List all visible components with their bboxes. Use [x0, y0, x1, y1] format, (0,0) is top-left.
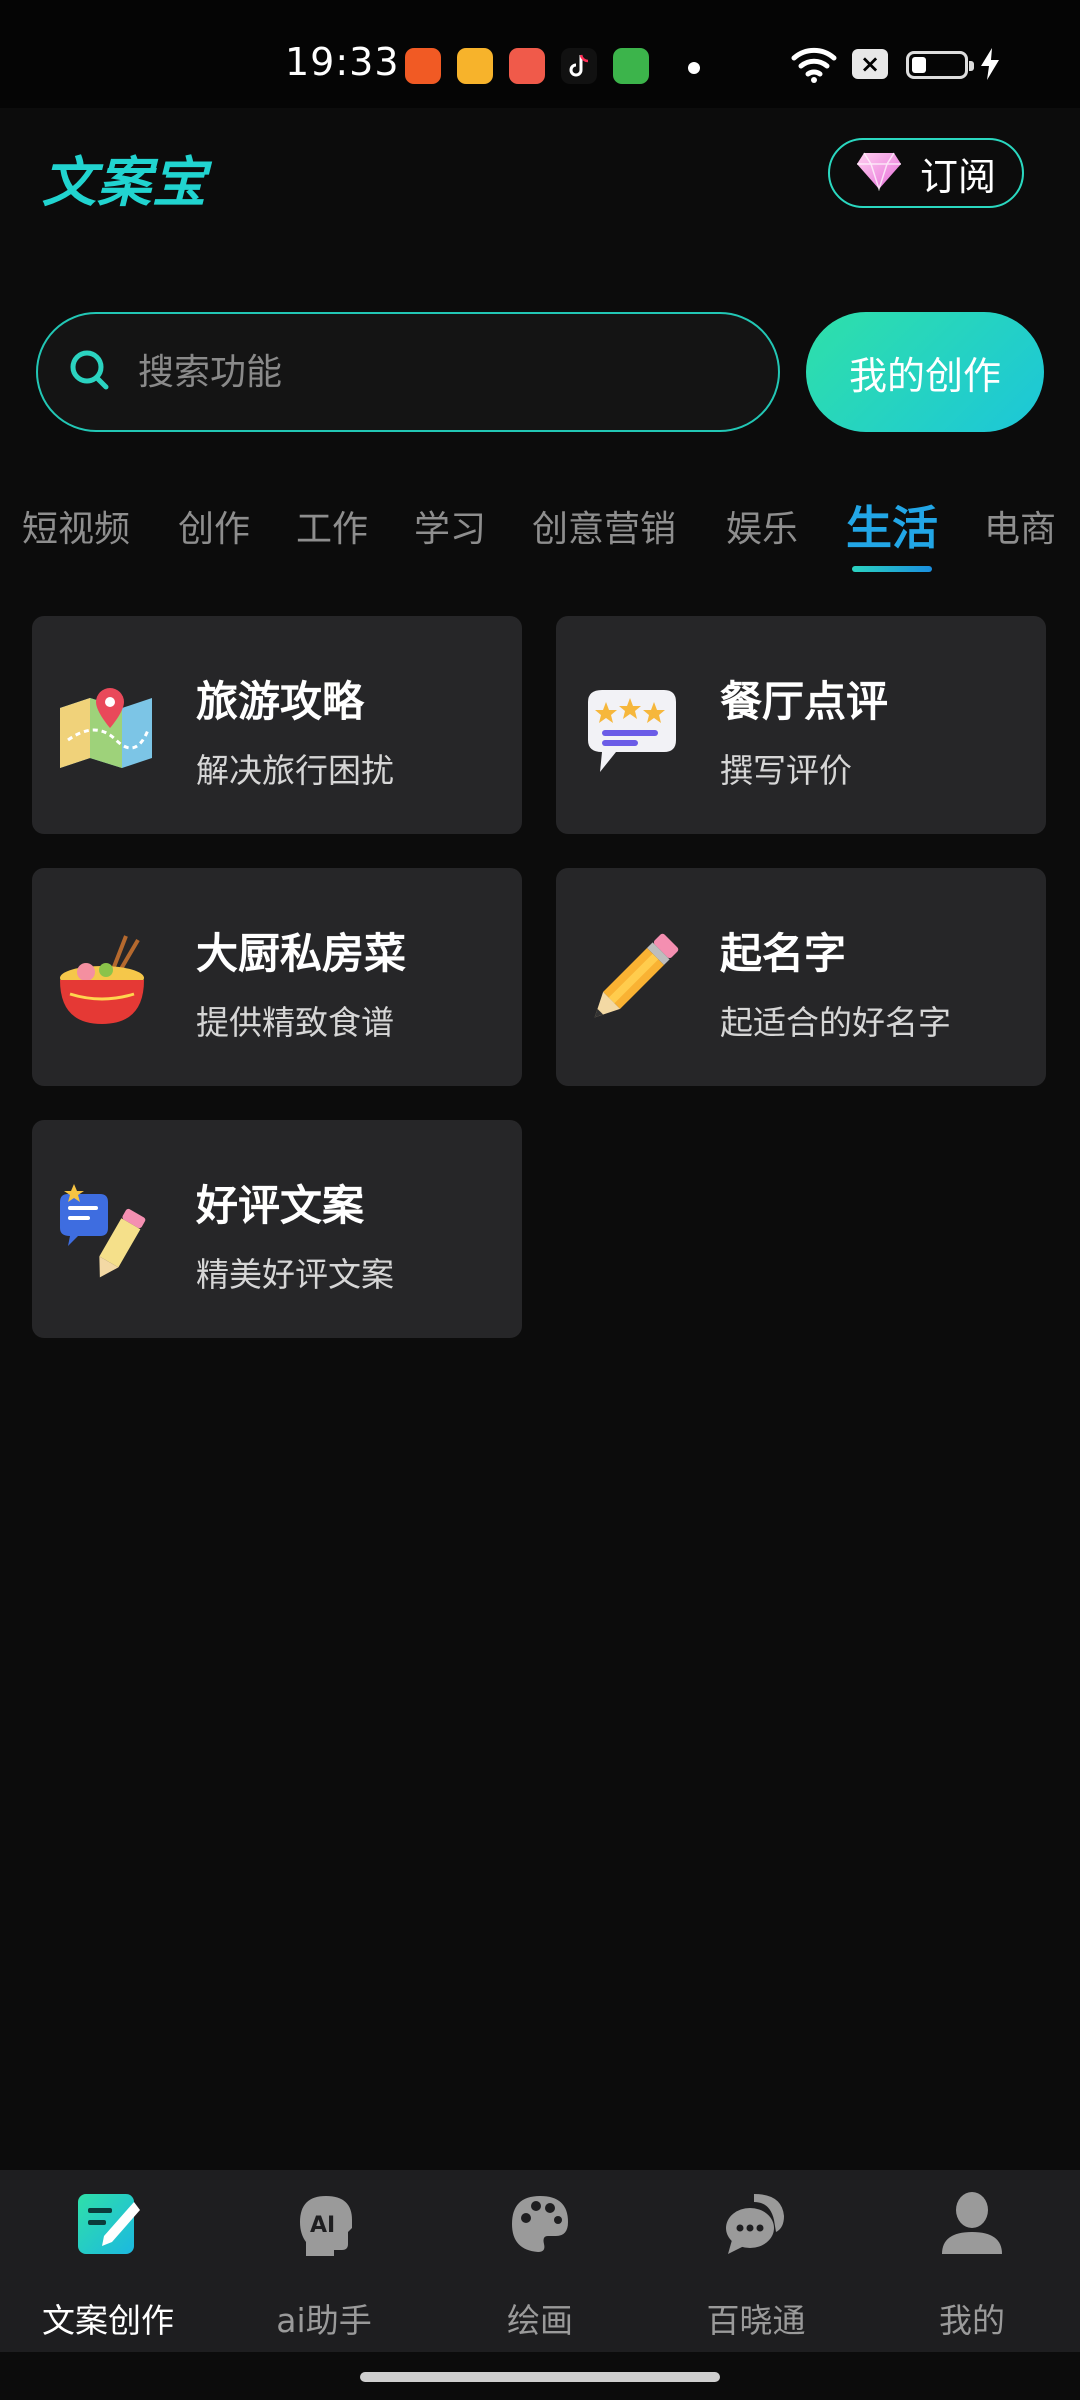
card-subtitle: 精美好评文案: [196, 1255, 394, 1294]
tab-work[interactable]: 工作: [296, 500, 368, 552]
card-subtitle: 提供精致食谱: [196, 1003, 394, 1042]
diamond-icon: [856, 151, 902, 195]
card-title: 餐厅点评: [720, 677, 889, 726]
nav-label: 文案创作: [42, 2301, 174, 2340]
card-title: 好评文案: [196, 1181, 365, 1230]
nav-label: 百晓通: [706, 2301, 806, 2340]
tiktok-icon: [561, 48, 597, 84]
card-title: 大厨私房菜: [196, 929, 407, 978]
music-icon: [509, 48, 545, 84]
nav-painting[interactable]: 绘画: [432, 2170, 648, 2352]
kuaishou-icon: [405, 48, 441, 84]
card-subtitle: 起适合的好名字: [720, 1003, 951, 1042]
search-input[interactable]: [136, 350, 700, 394]
category-tabs: 短视频 创作 工作 学习 创意营销 娱乐 生活 电商: [0, 492, 1080, 572]
tab-creation[interactable]: 创作: [178, 500, 250, 552]
subscribe-label: 订阅: [919, 154, 996, 199]
noodle-bowl-icon: [56, 932, 156, 1032]
bottom-navigation: 文案创作 AI ai助手 绘画 百晓通 我的: [0, 2170, 1080, 2352]
battery-icon: [906, 51, 974, 79]
notification-icons: [405, 48, 649, 84]
edit-doc-icon: [74, 2188, 142, 2258]
card-travel-guide[interactable]: 旅游攻略 解决旅行困扰: [32, 616, 522, 834]
home-indicator[interactable]: [360, 2372, 720, 2382]
search-bar[interactable]: [36, 312, 780, 432]
card-title: 起名字: [720, 929, 847, 978]
card-subtitle: 撰写评价: [720, 751, 852, 790]
nav-label: ai助手: [276, 2301, 372, 2340]
tab-marketing[interactable]: 创意营销: [532, 500, 676, 552]
no-sim-icon: ×: [852, 49, 888, 79]
subscribe-button[interactable]: 订阅: [828, 138, 1024, 208]
active-tab-indicator: [852, 566, 932, 572]
chat-bubbles-icon: [722, 2188, 790, 2258]
nav-baixiaotong[interactable]: 百晓通: [648, 2170, 864, 2352]
tab-study[interactable]: 学习: [414, 500, 486, 552]
notification-dot-icon: [688, 62, 700, 74]
person-icon: [938, 2188, 1006, 2258]
nav-label: 我的: [939, 2301, 1005, 2340]
status-time: 19:33: [285, 40, 400, 84]
svg-text:AI: AI: [310, 2213, 335, 2238]
tab-ecommerce[interactable]: 电商: [984, 500, 1056, 552]
search-icon: [68, 348, 112, 396]
praise-pencil-icon: [56, 1184, 156, 1284]
shop-icon: [613, 48, 649, 84]
card-chef-recipe[interactable]: 大厨私房菜 提供精致食谱: [32, 868, 522, 1086]
nav-copywriting[interactable]: 文案创作: [0, 2170, 216, 2352]
charging-icon: [978, 46, 1002, 86]
tab-entertainment[interactable]: 娱乐: [726, 500, 798, 552]
card-good-review[interactable]: 好评文案 精美好评文案: [32, 1120, 522, 1338]
wifi-icon: [790, 44, 838, 88]
ai-head-icon: AI: [290, 2188, 358, 2258]
tab-life[interactable]: 生活: [846, 492, 938, 558]
pencil-icon: [580, 932, 680, 1032]
yellow-app-icon: [457, 48, 493, 84]
palette-icon: [506, 2188, 574, 2258]
review-bubble-icon: [580, 680, 680, 780]
app-logo: 文案宝: [42, 151, 207, 214]
nav-ai-assistant[interactable]: AI ai助手: [216, 2170, 432, 2352]
nav-label: 绘画: [507, 2301, 573, 2340]
tab-short-video[interactable]: 短视频: [22, 500, 130, 552]
my-creation-button[interactable]: 我的创作: [806, 312, 1044, 432]
card-naming[interactable]: 起名字 起适合的好名字: [556, 868, 1046, 1086]
card-restaurant-review[interactable]: 餐厅点评 撰写评价: [556, 616, 1046, 834]
card-title: 旅游攻略: [196, 677, 365, 726]
map-icon: [56, 680, 156, 780]
card-subtitle: 解决旅行困扰: [196, 751, 394, 790]
nav-mine[interactable]: 我的: [864, 2170, 1080, 2352]
